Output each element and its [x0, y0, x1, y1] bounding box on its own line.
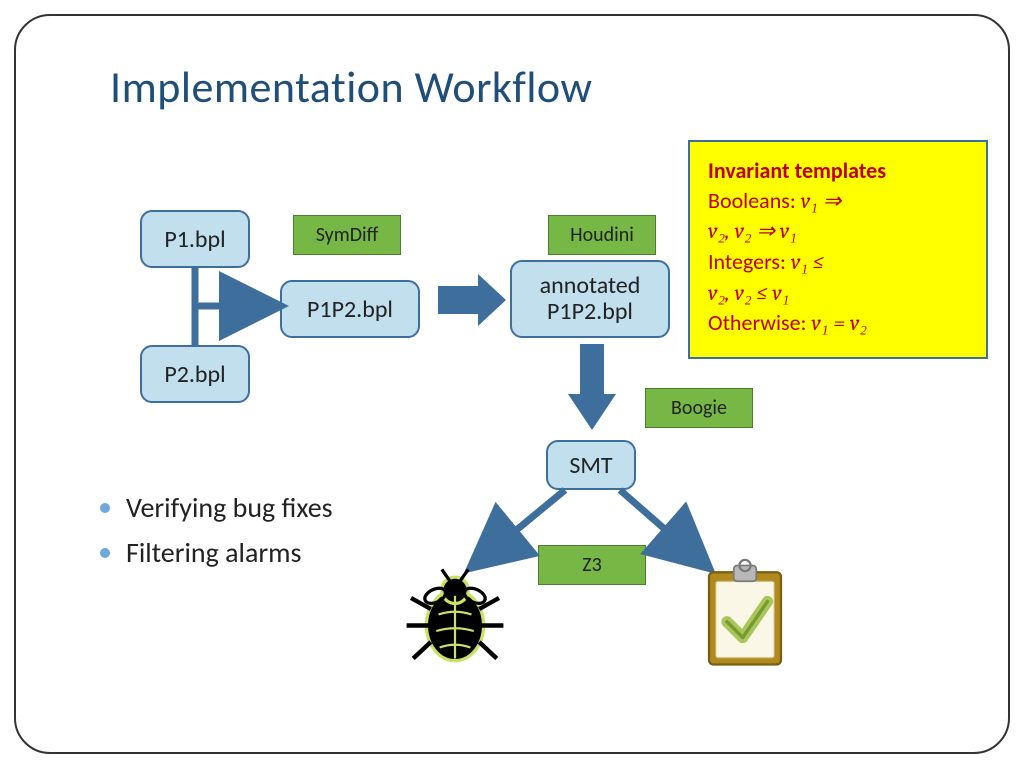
bug-icon [400, 565, 510, 675]
tag-boogie: Boogie [645, 388, 753, 428]
bullet-dot-icon [100, 503, 110, 513]
node-smt: SMT [546, 440, 636, 490]
tag-z3: Z3 [538, 545, 646, 585]
bullet-list: Verifying bug fixes Filtering alarms [100, 490, 333, 580]
page-title: Implementation Workflow [110, 60, 592, 114]
node-annotated-p1p2: annotated P1P2.bpl [510, 260, 670, 338]
callout-integers: Integers: v₁ ≤ [708, 247, 968, 278]
callout-booleans-2: v₂, v₂ ⇒ v₁ [708, 216, 968, 247]
callout-integers-2: v₂, v₂ ≤ v₁ [708, 278, 968, 309]
callout-heading: Invariant templates [708, 156, 968, 186]
node-annotated-line2: P1P2.bpl [547, 299, 633, 325]
clipboard-check-icon [700, 555, 790, 675]
node-p2: P2.bpl [140, 345, 250, 403]
callout-otherwise: Otherwise: v₁ = v₂ [708, 308, 968, 339]
node-annotated-line1: annotated [540, 273, 641, 299]
bullet-dot-icon [100, 548, 110, 558]
tag-symdiff: SymDiff [293, 215, 401, 255]
callout-invariant-templates: Invariant templates Booleans: v₁ ⇒ v₂, v… [688, 140, 988, 359]
bullet-item-filter: Filtering alarms [100, 535, 333, 570]
tag-houdini: Houdini [548, 215, 656, 255]
node-p1p2: P1P2.bpl [280, 280, 420, 338]
bullet-item-verify: Verifying bug fixes [100, 490, 333, 525]
node-p1: P1.bpl [140, 210, 250, 268]
callout-booleans: Booleans: v₁ ⇒ [708, 186, 968, 217]
